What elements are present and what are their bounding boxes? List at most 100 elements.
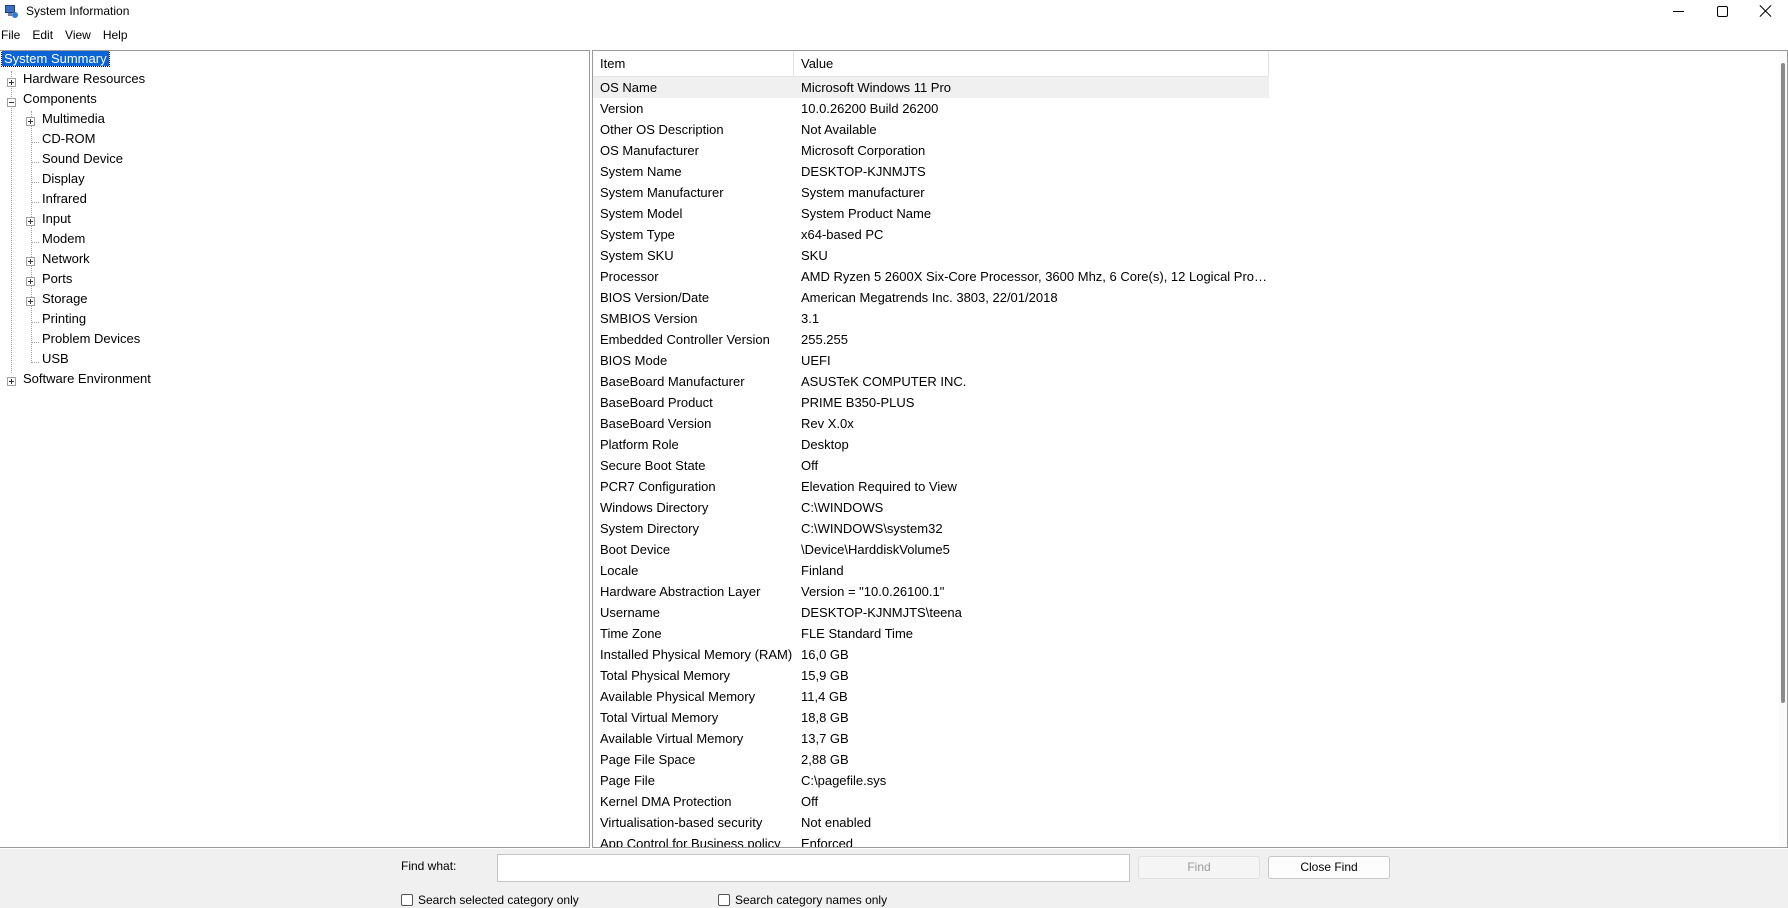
tree-item-input[interactable]: Input (40, 209, 73, 229)
close-find-button[interactable]: Close Find (1268, 856, 1390, 879)
menu-help[interactable]: Help (103, 28, 136, 42)
tree-item-multimedia[interactable]: Multimedia (40, 109, 107, 129)
table-row[interactable]: Windows Directory C:\WINDOWS (593, 497, 1269, 518)
table-row[interactable]: Time Zone FLE Standard Time (593, 623, 1269, 644)
scrollbar-thumb[interactable] (1781, 63, 1785, 703)
menu-edit[interactable]: Edit (32, 28, 61, 42)
expand-plus-icon[interactable] (26, 217, 35, 226)
table-row[interactable]: BaseBoard Version Rev X.0x (593, 413, 1269, 434)
table-row[interactable]: System Manufacturer System manufacturer (593, 182, 1269, 203)
menu-file[interactable]: File (1, 28, 28, 42)
expand-plus-icon[interactable] (26, 257, 35, 266)
find-button[interactable]: Find (1138, 856, 1260, 879)
value-cell: Elevation Required to View (801, 479, 957, 494)
category-tree[interactable]: System Summary Hardware Resources Compon… (0, 50, 590, 848)
tree-item-system-summary[interactable]: System Summary (1, 51, 110, 69)
minimize-button[interactable] (1656, 0, 1700, 22)
item-cell: System Name (600, 164, 682, 179)
collapse-minus-icon[interactable] (7, 98, 16, 107)
item-cell: BaseBoard Manufacturer (600, 374, 745, 389)
table-row[interactable]: Total Virtual Memory 18,8 GB (593, 707, 1269, 728)
table-row[interactable]: BIOS Version/Date American Megatrends Inc… (593, 287, 1269, 308)
expand-plus-icon[interactable] (26, 277, 35, 286)
value-cell: \Device\HarddiskVolume5 (801, 542, 950, 557)
table-row[interactable]: System Model System Product Name (593, 203, 1269, 224)
table-row[interactable]: Kernel DMA Protection Off (593, 791, 1269, 812)
table-row[interactable]: System SKU SKU (593, 245, 1269, 266)
tree-item-hardware-resources[interactable]: Hardware Resources (21, 69, 147, 89)
table-row[interactable]: Hardware Abstraction Layer Version = "10.… (593, 581, 1269, 602)
table-row[interactable]: Locale Finland (593, 560, 1269, 581)
expand-plus-icon[interactable] (26, 117, 35, 126)
value-cell: 255.255 (801, 332, 848, 347)
table-row[interactable]: App Control for Business policy Enforced (593, 833, 1269, 848)
expand-plus-icon[interactable] (26, 297, 35, 306)
maximize-button[interactable] (1700, 0, 1744, 22)
table-row[interactable]: Page File C:\pagefile.sys (593, 770, 1269, 791)
tree-item-sound-device[interactable]: Sound Device (40, 149, 125, 169)
table-row[interactable]: BaseBoard Product PRIME B350-PLUS (593, 392, 1269, 413)
table-row[interactable]: Secure Boot State Off (593, 455, 1269, 476)
item-cell: Total Virtual Memory (600, 710, 719, 725)
item-cell: Version (600, 101, 644, 116)
expand-plus-icon[interactable] (7, 377, 16, 386)
tree-item-network[interactable]: Network (40, 249, 92, 269)
table-row[interactable]: Processor AMD Ryzen 5 2600X Six-Core Proc… (593, 266, 1269, 287)
table-row[interactable]: System Type x64-based PC (593, 224, 1269, 245)
table-row[interactable]: Total Physical Memory 15,9 GB (593, 665, 1269, 686)
table-row[interactable]: Version 10.0.26200 Build 26200 (593, 98, 1269, 119)
table-row[interactable]: OS Manufacturer Microsoft Corporation (593, 140, 1269, 161)
table-row[interactable]: OS Name Microsoft Windows 11 Pro (593, 77, 1269, 98)
value-cell: C:\pagefile.sys (801, 773, 887, 788)
tree-item-ports[interactable]: Ports (40, 269, 74, 289)
close-button[interactable] (1744, 0, 1788, 22)
expand-plus-icon[interactable] (7, 78, 16, 87)
table-row[interactable]: Other OS Description Not Available (593, 119, 1269, 140)
table-row[interactable]: Username DESKTOP-KJNMJTS\teena (593, 602, 1269, 623)
tree-item-printing[interactable]: Printing (40, 309, 88, 329)
value-cell: 15,9 GB (801, 668, 849, 683)
tree-item-label: Multimedia (42, 111, 105, 126)
details-list[interactable]: Item Value OS Name Microsoft Windows 11 P… (592, 50, 1788, 848)
window-title: System Information (26, 4, 130, 18)
search-selected-category-checkbox[interactable] (401, 894, 413, 906)
search-selected-category-option[interactable]: Search selected category only (401, 893, 579, 907)
tree-item-display[interactable]: Display (40, 169, 87, 189)
table-row[interactable]: Virtualisation-based security Not enabled (593, 812, 1269, 833)
tree-item-software-environment[interactable]: Software Environment (21, 369, 153, 389)
value-cell: Not enabled (801, 815, 872, 830)
table-row[interactable]: BaseBoard Manufacturer ASUSTeK COMPUTER I… (593, 371, 1269, 392)
table-row[interactable]: Installed Physical Memory (RAM) 16,0 GB (593, 644, 1269, 665)
tree-item-cd-rom[interactable]: CD-ROM (40, 129, 97, 149)
table-row[interactable]: System Name DESKTOP-KJNMJTS (593, 161, 1269, 182)
tree-item-modem[interactable]: Modem (40, 229, 87, 249)
search-category-names-option[interactable]: Search category names only (718, 893, 887, 907)
tree-item-usb[interactable]: USB (40, 349, 71, 369)
find-what-input[interactable] (497, 854, 1130, 882)
tree-item-label: USB (42, 351, 69, 366)
value-cell: 18,8 GB (801, 710, 849, 725)
table-row[interactable]: SMBIOS Version 3.1 (593, 308, 1269, 329)
tree-item-components[interactable]: Components (21, 89, 99, 109)
column-header-item[interactable]: Item (593, 51, 794, 77)
tree-item-label: Components (23, 91, 97, 106)
table-row[interactable]: Embedded Controller Version 255.255 (593, 329, 1269, 350)
tree-item-problem-devices[interactable]: Problem Devices (40, 329, 142, 349)
table-row[interactable]: PCR7 Configuration Elevation Required to … (593, 476, 1269, 497)
table-row[interactable]: Available Physical Memory 11,4 GB (593, 686, 1269, 707)
item-cell: Hardware Abstraction Layer (600, 584, 761, 599)
table-row[interactable]: Available Virtual Memory 13,7 GB (593, 728, 1269, 749)
tree-item-storage[interactable]: Storage (40, 289, 90, 309)
tree-item-infrared[interactable]: Infrared (40, 189, 89, 209)
table-row[interactable]: Boot Device \Device\HarddiskVolume5 (593, 539, 1269, 560)
search-category-names-checkbox[interactable] (718, 894, 730, 906)
table-row[interactable]: BIOS Mode UEFI (593, 350, 1269, 371)
tree-connector (31, 322, 39, 323)
menu-view[interactable]: View (65, 28, 99, 42)
table-row[interactable]: System Directory C:\WINDOWS\system32 (593, 518, 1269, 539)
vertical-scrollbar[interactable] (1779, 51, 1787, 847)
table-row[interactable]: Page File Space 2,88 GB (593, 749, 1269, 770)
item-cell: App Control for Business policy (600, 836, 781, 848)
table-row[interactable]: Platform Role Desktop (593, 434, 1269, 455)
column-header-value[interactable]: Value (794, 51, 1269, 77)
